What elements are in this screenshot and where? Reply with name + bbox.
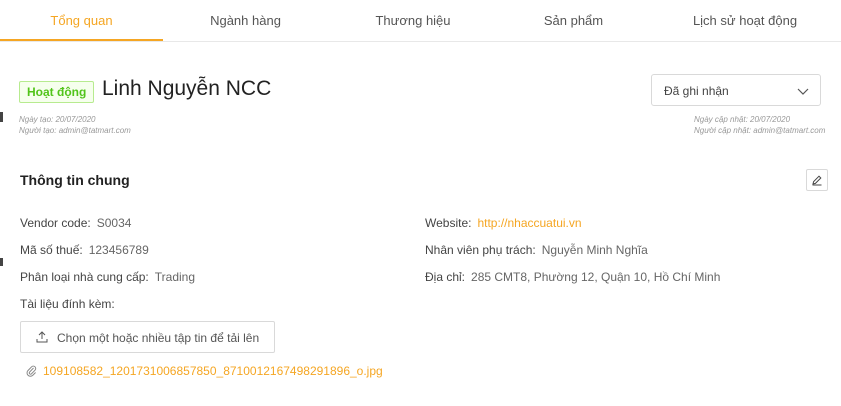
vendor-type-value: Trading	[154, 270, 196, 284]
updated-date: Ngày cập nhật: 20/07/2020	[694, 115, 791, 124]
address-label: Địa chỉ:	[425, 270, 466, 284]
tab-brands[interactable]: Thương hiệu	[328, 0, 498, 41]
vendor-code-value: S0034	[96, 216, 132, 230]
vendor-code-row: Vendor code: S0034	[20, 216, 131, 230]
paperclip-icon	[26, 365, 37, 377]
updated-by: Người cập nhật: admin@tatmart.com	[694, 126, 826, 135]
vendor-name-title: Linh Nguyễn NCC	[102, 77, 272, 100]
tax-code-row: Mã số thuế: 123456789	[20, 243, 149, 257]
chevron-down-icon	[797, 88, 809, 95]
staff-row: Nhân viên phụ trách: Nguyễn Minh Nghĩa	[425, 243, 648, 257]
tab-bar: Tổng quan Ngành hàng Thương hiệu Sản phẩ…	[0, 0, 841, 42]
upload-icon	[36, 331, 48, 343]
vendor-code-label: Vendor code:	[20, 216, 91, 230]
attachments-label: Tài liệu đính kèm:	[20, 297, 115, 311]
vendor-type-label: Phân loại nhà cung cấp:	[20, 270, 149, 284]
attachment-filename: 109108582_1201731006857850_8710012167498…	[43, 364, 383, 378]
staff-label: Nhân viên phụ trách:	[425, 243, 536, 257]
website-row: Website: http://nhaccuatui.vn	[425, 216, 582, 230]
website-label: Website:	[425, 216, 472, 230]
tax-code-label: Mã số thuế:	[20, 243, 83, 257]
tab-activity-history[interactable]: Lịch sử hoạt động	[649, 0, 841, 41]
status-dropdown[interactable]: Đã ghi nhận	[651, 74, 821, 106]
created-date: Ngày tạo: 20/07/2020	[19, 115, 96, 124]
edit-button[interactable]	[806, 169, 828, 191]
section-title: Thông tin chung	[20, 172, 130, 188]
tab-products[interactable]: Sản phẩm	[498, 0, 649, 41]
staff-value: Nguyễn Minh Nghĩa	[541, 243, 648, 257]
edge-fragment	[0, 258, 3, 266]
upload-button[interactable]: Chọn một hoặc nhiều tập tin để tải lên	[20, 321, 275, 353]
status-badge: Hoạt động	[19, 81, 95, 103]
tab-overview[interactable]: Tổng quan	[0, 0, 163, 41]
status-dropdown-value: Đã ghi nhận	[664, 84, 729, 98]
address-row: Địa chỉ: 285 CMT8, Phường 12, Quận 10, Hồ…	[425, 270, 720, 284]
created-by: Người tạo: admin@tatmart.com	[19, 126, 131, 135]
tab-categories[interactable]: Ngành hàng	[163, 0, 328, 41]
address-value: 285 CMT8, Phường 12, Quận 10, Hồ Chí Min…	[471, 270, 721, 284]
tax-code-value: 123456789	[88, 243, 149, 257]
created-info: Ngày tạo: 20/07/2020 Người tạo: admin@ta…	[19, 114, 131, 136]
edit-icon	[812, 175, 822, 186]
attachment-link[interactable]: 109108582_1201731006857850_8710012167498…	[26, 364, 383, 378]
updated-info: Ngày cập nhật: 20/07/2020 Người cập nhật…	[694, 114, 825, 136]
edge-fragment	[0, 112, 3, 122]
upload-button-label: Chọn một hoặc nhiều tập tin để tải lên	[57, 331, 260, 345]
website-link[interactable]: http://nhaccuatui.vn	[477, 216, 581, 230]
attachments-label-text: Tài liệu đính kèm:	[20, 297, 115, 311]
vendor-type-row: Phân loại nhà cung cấp: Trading	[20, 270, 195, 284]
